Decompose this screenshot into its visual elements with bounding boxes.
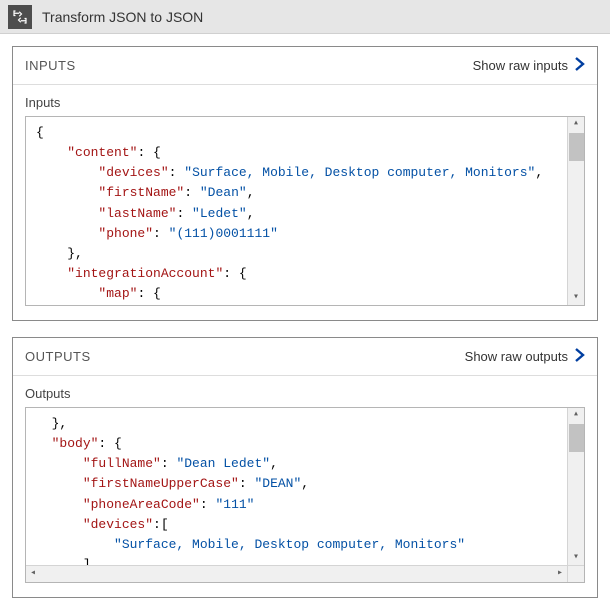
scroll-up-icon[interactable]: ▴ xyxy=(573,117,579,131)
outputs-areacode-value: "111" xyxy=(215,497,254,512)
outputs-header-title: OUTPUTS xyxy=(25,349,91,364)
scrollbar-thumb[interactable] xyxy=(569,424,584,452)
inputs-header-title: INPUTS xyxy=(25,58,76,73)
inputs-devices-value: "Surface, Mobile, Desktop computer, Moni… xyxy=(184,165,535,180)
outputs-panel-header: OUTPUTS Show raw outputs xyxy=(13,338,597,376)
outputs-panel-body: Outputs }, "body": { "fullName": "Dean L… xyxy=(13,376,597,597)
inputs-sublabel: Inputs xyxy=(25,95,585,110)
scroll-down-icon[interactable]: ▾ xyxy=(573,291,579,305)
inputs-phone-value: "(111)0001111" xyxy=(169,226,278,241)
scroll-down-icon[interactable]: ▾ xyxy=(573,551,579,565)
chevron-right-icon xyxy=(574,348,585,365)
outputs-sublabel: Outputs xyxy=(25,386,585,401)
outputs-horizontal-scrollbar[interactable]: ◂ ▸ xyxy=(26,565,567,582)
show-raw-outputs-link[interactable]: Show raw outputs xyxy=(465,348,585,365)
title-bar: Transform JSON to JSON xyxy=(0,0,610,34)
outputs-code-box[interactable]: }, "body": { "fullName": "Dean Ledet", "… xyxy=(25,407,585,583)
chevron-right-icon xyxy=(574,57,585,74)
inputs-firstname-value: "Dean" xyxy=(200,185,247,200)
outputs-upper-value: "DEAN" xyxy=(254,476,301,491)
show-raw-inputs-label: Show raw inputs xyxy=(473,58,568,73)
show-raw-outputs-label: Show raw outputs xyxy=(465,349,568,364)
outputs-panel: OUTPUTS Show raw outputs Outputs }, "bod… xyxy=(12,337,598,598)
transform-icon xyxy=(8,5,32,29)
outputs-code-content: }, "body": { "fullName": "Dean Ledet", "… xyxy=(26,408,584,566)
scroll-up-icon[interactable]: ▴ xyxy=(573,408,579,422)
scroll-left-icon[interactable]: ◂ xyxy=(26,566,40,582)
scrollbar-thumb[interactable] xyxy=(569,133,584,161)
inputs-panel: INPUTS Show raw inputs Inputs { "content… xyxy=(12,46,598,321)
inputs-code-box[interactable]: { "content": { "devices": "Surface, Mobi… xyxy=(25,116,585,306)
inputs-panel-body: Inputs { "content": { "devices": "Surfac… xyxy=(13,85,597,320)
show-raw-inputs-link[interactable]: Show raw inputs xyxy=(473,57,585,74)
inputs-panel-header: INPUTS Show raw inputs xyxy=(13,47,597,85)
scrollbar-corner xyxy=(567,565,584,582)
outputs-vertical-scrollbar[interactable]: ▴ ▾ xyxy=(567,408,584,565)
outputs-fullname-value: "Dean Ledet" xyxy=(176,456,270,471)
panels-container: INPUTS Show raw inputs Inputs { "content… xyxy=(0,34,610,610)
outputs-devices-value: "Surface, Mobile, Desktop computer, Moni… xyxy=(114,537,465,552)
inputs-vertical-scrollbar[interactable]: ▴ ▾ xyxy=(567,117,584,305)
inputs-lastname-value: "Ledet" xyxy=(192,206,247,221)
scroll-right-icon[interactable]: ▸ xyxy=(553,566,567,582)
page-title: Transform JSON to JSON xyxy=(42,9,203,25)
inputs-code-content: { "content": { "devices": "Surface, Mobi… xyxy=(26,117,584,305)
